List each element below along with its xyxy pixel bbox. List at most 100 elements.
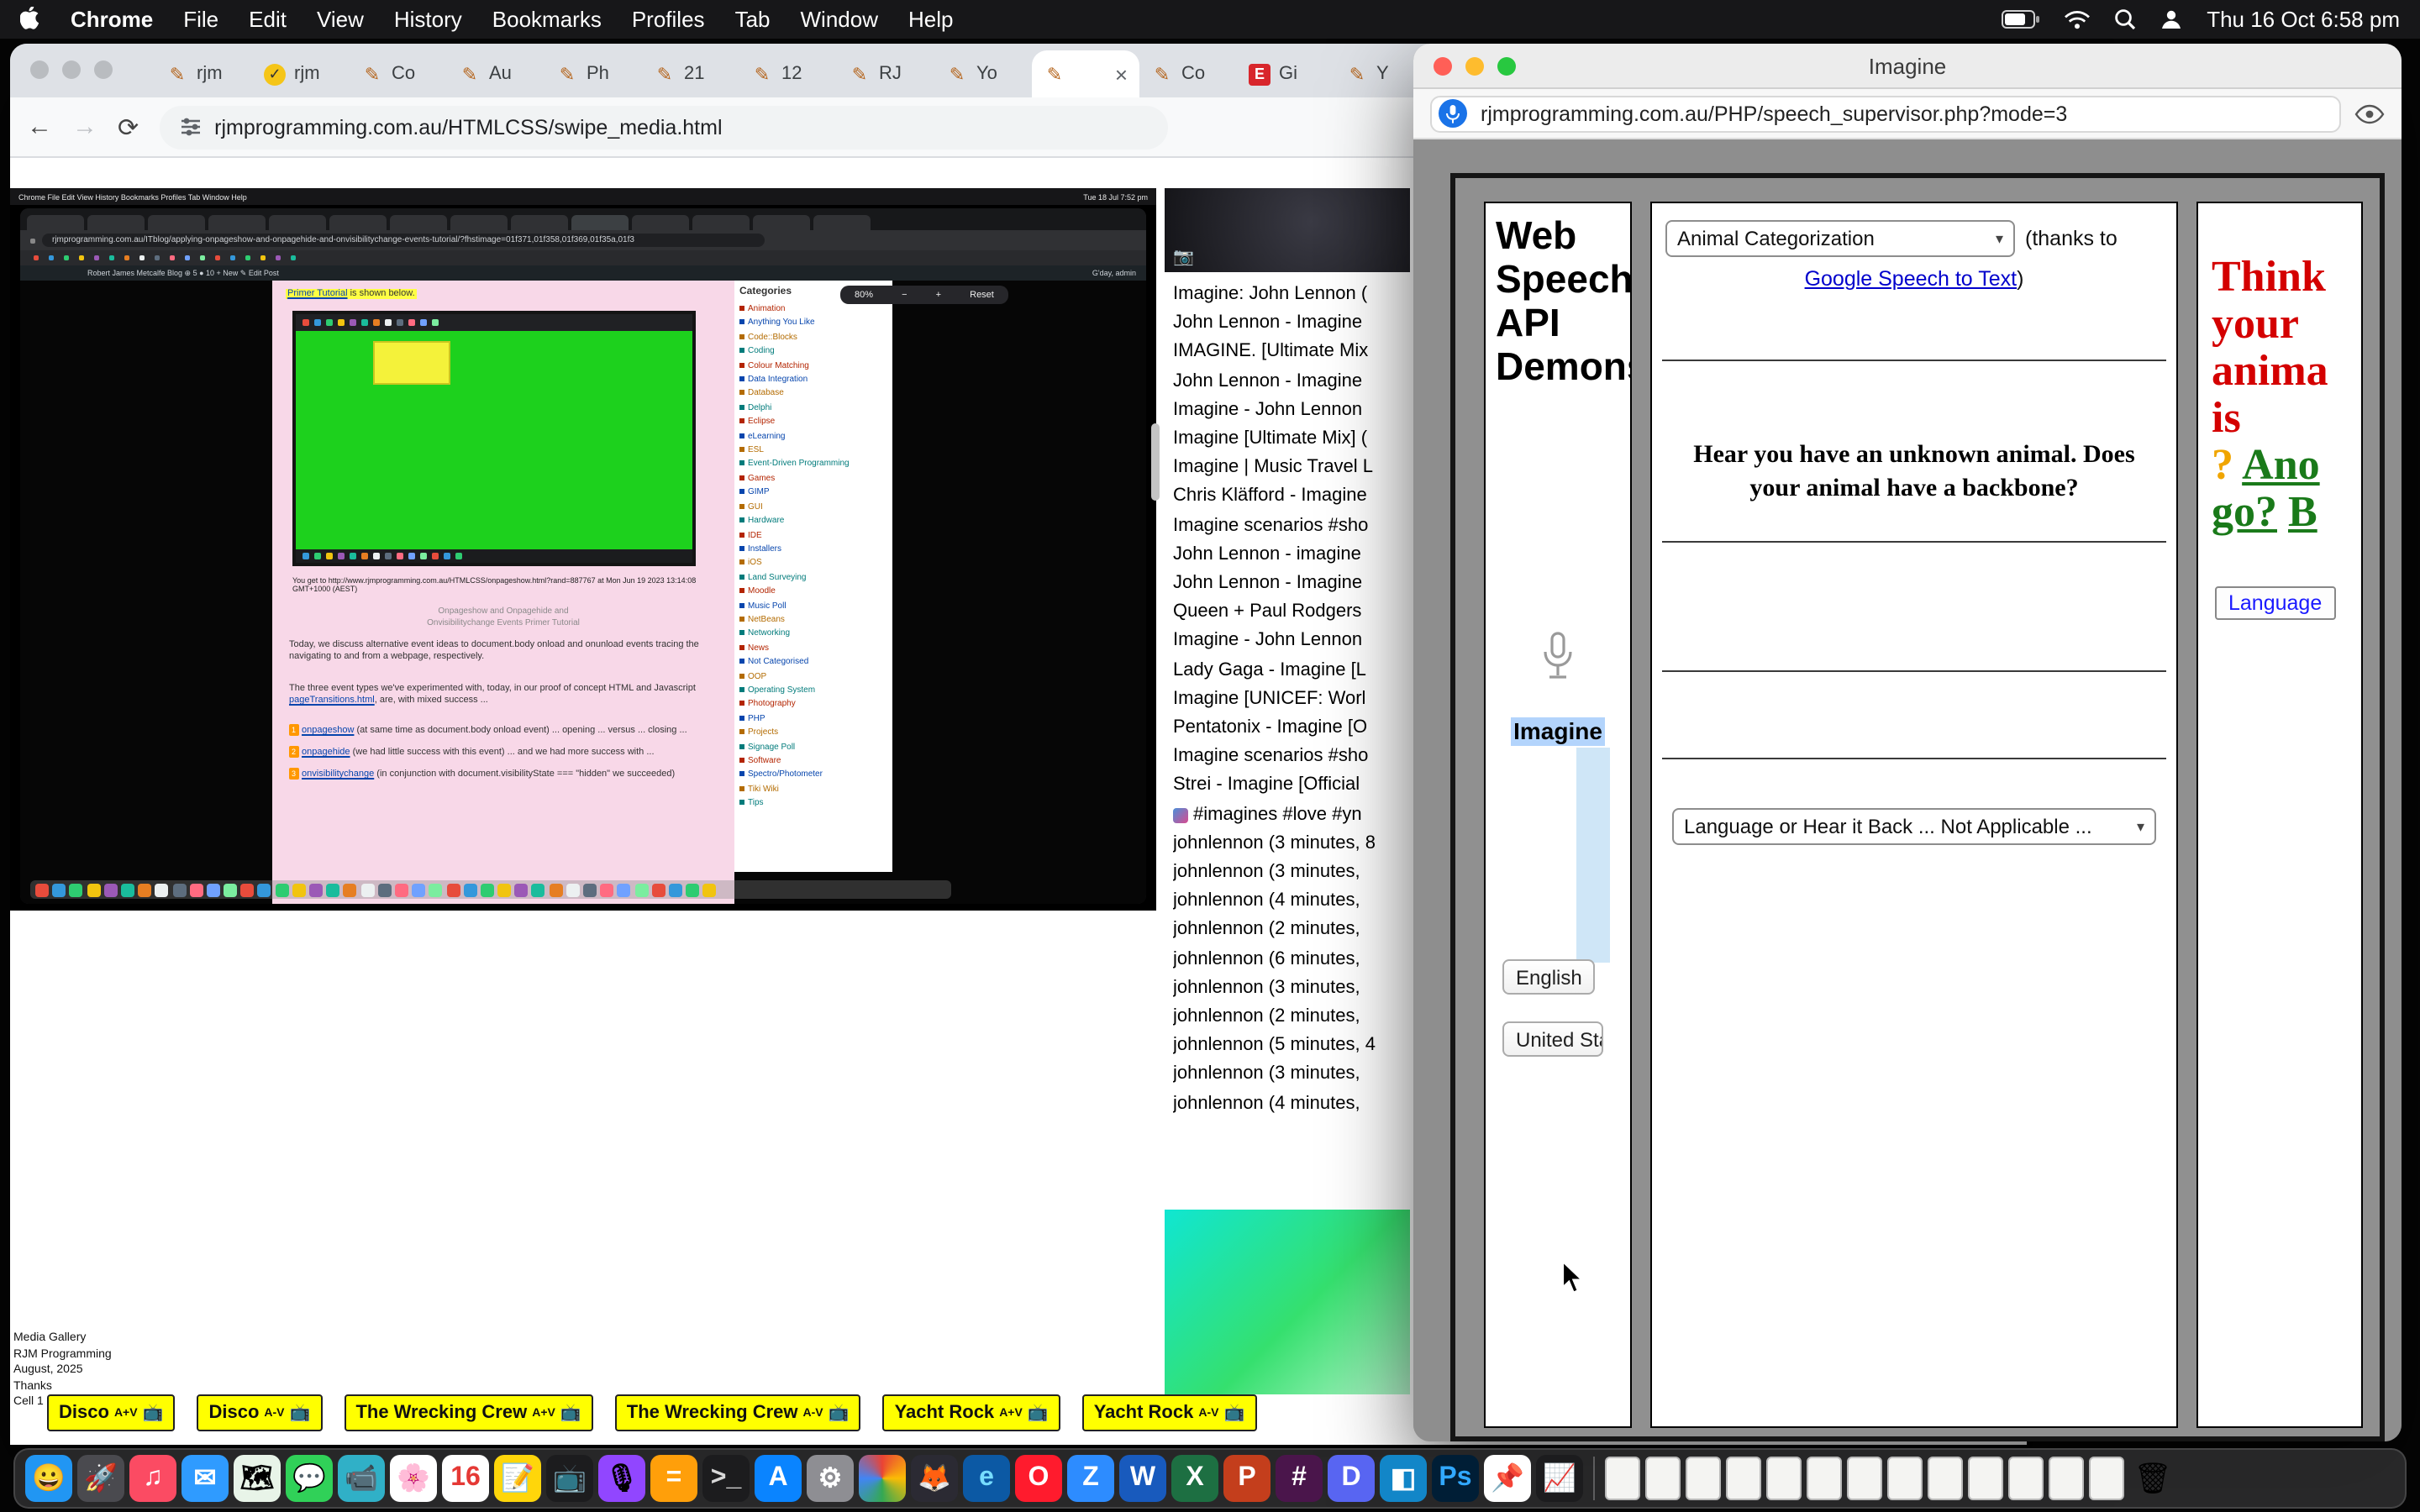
event-link[interactable]: onpagehide xyxy=(302,748,350,758)
video-list-item[interactable]: Pentatonix - Imagine [O xyxy=(1173,714,1403,743)
category-link[interactable]: NetBeans xyxy=(739,613,887,627)
category-select[interactable]: Animal Categorization ▾ xyxy=(1665,220,2015,257)
category-link[interactable]: ESL xyxy=(739,444,887,458)
window-controls[interactable] xyxy=(30,60,113,79)
page-transitions-link[interactable]: pageTransitions.html xyxy=(289,696,375,706)
dock-icon-slack[interactable]: # xyxy=(1276,1455,1323,1502)
category-link[interactable]: Hardware xyxy=(739,514,887,528)
another-go-link[interactable]: Ano xyxy=(2242,440,2320,489)
category-link[interactable]: eLearning xyxy=(739,429,887,444)
dock-window-thumb[interactable] xyxy=(1766,1457,1802,1500)
browser-tab[interactable]: ✎rjm xyxy=(155,50,252,97)
category-link[interactable]: Not Categorised xyxy=(739,655,887,669)
browser-tab[interactable]: ✎RJ xyxy=(837,50,934,97)
video-list-item[interactable]: #imagines #love #yn xyxy=(1173,801,1403,829)
browser-tab[interactable]: ✎12 xyxy=(739,50,837,97)
category-link[interactable]: Anything You Like xyxy=(739,317,887,331)
category-link[interactable]: GIMP xyxy=(739,486,887,501)
media-thumbnail[interactable]: 📷 xyxy=(1165,188,1410,272)
dock-icon-edge[interactable]: e xyxy=(963,1455,1010,1502)
category-link[interactable]: Installers xyxy=(739,543,887,557)
browser-tab[interactable]: ✎Ph xyxy=(544,50,642,97)
close-window-icon[interactable] xyxy=(1434,57,1452,76)
menu-item-tab[interactable]: Tab xyxy=(735,7,771,32)
video-list-item[interactable]: Chris Kläfford - Imagine xyxy=(1173,483,1403,512)
category-link[interactable]: Tips xyxy=(739,796,887,811)
category-link[interactable]: Delphi xyxy=(739,402,887,416)
media-button-disco-av[interactable]: DiscoA-V📺 xyxy=(197,1394,322,1431)
browser-tab[interactable]: ✎Yo xyxy=(934,50,1032,97)
menu-item-file[interactable]: File xyxy=(183,7,218,32)
dock-window-thumb[interactable] xyxy=(2089,1457,2124,1500)
dock-icon-launchpad[interactable]: 🚀 xyxy=(77,1455,124,1502)
dock-icon-chrome[interactable] xyxy=(859,1455,906,1502)
dock-icon-firefox[interactable]: 🦊 xyxy=(911,1455,958,1502)
video-list-item[interactable]: Imagine - John Lennon xyxy=(1173,627,1403,656)
forward-icon[interactable]: → xyxy=(72,113,97,141)
another-go-link[interactable]: go? xyxy=(2212,487,2277,536)
minimize-window-icon[interactable] xyxy=(62,60,81,79)
dock-icon-zoom[interactable]: Z xyxy=(1067,1455,1114,1502)
dock-window-thumb[interactable] xyxy=(2008,1457,2044,1500)
dock-icon-trash[interactable]: 🗑 xyxy=(2129,1455,2176,1502)
category-link[interactable]: Code::Blocks xyxy=(739,331,887,345)
reload-icon[interactable]: ⟳ xyxy=(118,112,139,142)
imagine-window-controls[interactable] xyxy=(1434,57,1516,76)
spotlight-search-icon[interactable] xyxy=(2114,8,2136,30)
browser-tab[interactable]: EGi xyxy=(1237,50,1334,97)
video-list-item[interactable]: Imagine scenarios #sho xyxy=(1173,512,1403,540)
video-list-item[interactable]: Imagine | Music Travel L xyxy=(1173,454,1403,482)
zoom-window-icon[interactable] xyxy=(94,60,113,79)
category-link[interactable]: Spectro/Photometer xyxy=(739,769,887,783)
language-submit-button[interactable]: Language xyxy=(2215,586,2335,620)
dock-icon-discord[interactable]: D xyxy=(1328,1455,1375,1502)
category-link[interactable]: Colour Matching xyxy=(739,359,887,373)
dock-icon-maps[interactable]: 🗺 xyxy=(234,1455,281,1502)
category-link[interactable]: Moodle xyxy=(739,585,887,599)
category-link[interactable]: iOS xyxy=(739,557,887,571)
category-link[interactable]: Land Surveying xyxy=(739,570,887,585)
browser-tab[interactable]: ✎× xyxy=(1032,50,1139,97)
video-list-item[interactable]: Imagine scenarios #sho xyxy=(1173,743,1403,772)
primer-tutorial-link[interactable]: Primer Tutorial xyxy=(287,289,348,299)
category-link[interactable]: Software xyxy=(739,754,887,769)
dock-icon-vscode[interactable]: ◧ xyxy=(1380,1455,1427,1502)
dock-window-thumb[interactable] xyxy=(1928,1457,1963,1500)
zoom-out-button[interactable]: − xyxy=(902,290,907,300)
back-icon[interactable]: ← xyxy=(27,113,52,141)
dock-icon-terminal[interactable]: >_ xyxy=(702,1455,750,1502)
dock-window-thumb[interactable] xyxy=(2049,1457,2084,1500)
address-bar[interactable]: rjmprogramming.com.au/HTMLCSS/swipe_medi… xyxy=(159,105,1167,149)
video-list-item[interactable]: John Lennon - imagine xyxy=(1173,541,1403,570)
video-list-item[interactable]: Lady Gaga - Imagine [L xyxy=(1173,656,1403,685)
category-link[interactable]: Data Integration xyxy=(739,373,887,387)
video-list-item[interactable]: johnlennon (6 minutes, xyxy=(1173,945,1403,974)
dock-window-thumb[interactable] xyxy=(1887,1457,1923,1500)
menu-item-view[interactable]: View xyxy=(317,7,364,32)
dock-icon-notes[interactable]: 📝 xyxy=(494,1455,541,1502)
video-list-item[interactable]: Imagine [Ultimate Mix] ( xyxy=(1173,425,1403,454)
video-list-item[interactable]: IMAGINE. [Ultimate Mix xyxy=(1173,339,1403,367)
country-button[interactable]: United States xyxy=(1502,1021,1603,1057)
category-link[interactable]: Networking xyxy=(739,627,887,642)
browser-tab[interactable]: ✎Co xyxy=(1139,50,1237,97)
dock-icon-podcasts[interactable]: 🎙 xyxy=(598,1455,645,1502)
dock-icon-excel[interactable]: X xyxy=(1171,1455,1218,1502)
teal-media-block[interactable] xyxy=(1165,1210,1410,1394)
media-button-disco-aplusv[interactable]: DiscoA+V📺 xyxy=(47,1394,175,1431)
zoom-reset-button[interactable]: Reset xyxy=(970,290,994,300)
browser-tab[interactable]: ✎21 xyxy=(642,50,739,97)
menu-item-bookmarks[interactable]: Bookmarks xyxy=(492,7,602,32)
dock-icon-calculator[interactable]: = xyxy=(650,1455,697,1502)
video-list-item[interactable]: John Lennon - Imagine xyxy=(1173,367,1403,396)
media-button-yacht-rock-av[interactable]: Yacht RockA-V📺 xyxy=(1082,1394,1257,1431)
dock-icon-app-store[interactable]: A xyxy=(755,1455,802,1502)
category-link[interactable]: OOP xyxy=(739,669,887,684)
dock-window-thumb[interactable] xyxy=(1645,1457,1681,1500)
battery-icon[interactable] xyxy=(2002,10,2040,29)
dock-icon-powerpoint[interactable]: P xyxy=(1223,1455,1270,1502)
video-list-item[interactable]: Imagine - John Lennon xyxy=(1173,396,1403,425)
menu-item-window[interactable]: Window xyxy=(801,7,879,32)
dock-icon-opera[interactable]: O xyxy=(1015,1455,1062,1502)
video-list-item[interactable]: johnlennon (3 minutes, xyxy=(1173,974,1403,1003)
